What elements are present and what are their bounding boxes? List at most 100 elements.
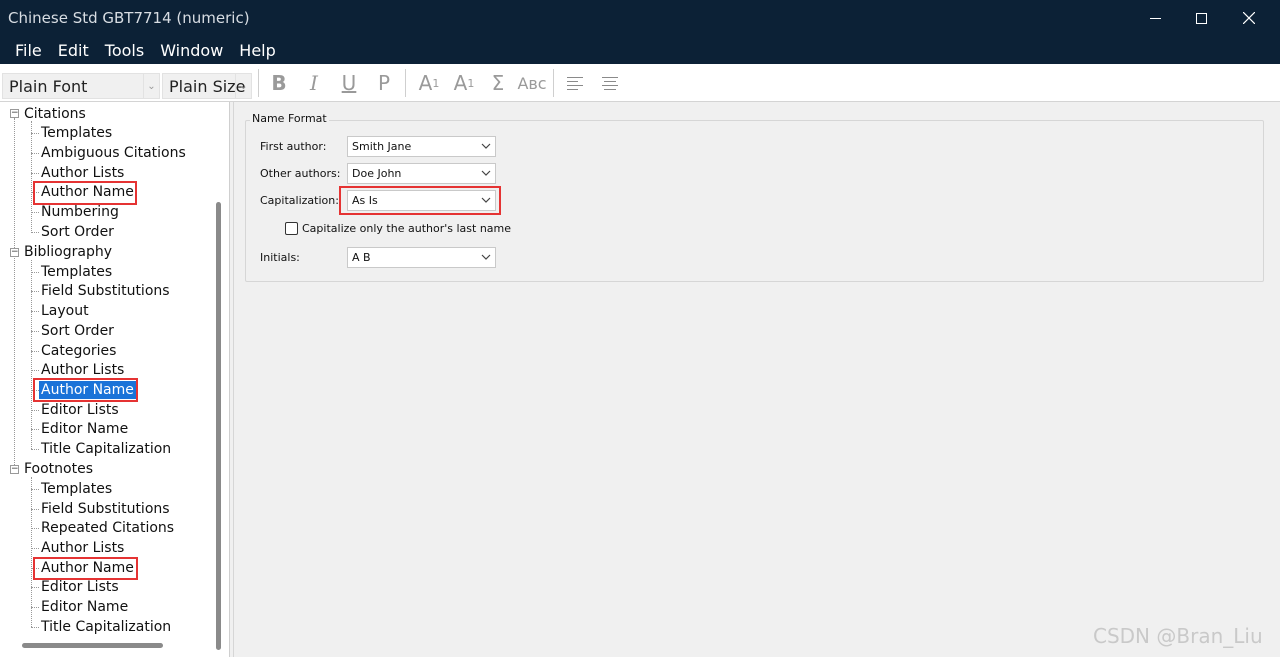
maximize-icon — [1195, 12, 1207, 24]
tree-item-label: Field Substitutions — [41, 283, 170, 299]
tree-connector — [31, 410, 39, 411]
tree-item[interactable]: Templates — [39, 262, 114, 282]
tree-item[interactable]: Editor Lists — [39, 400, 121, 420]
menu-window[interactable]: Window — [152, 41, 231, 60]
tree-item-label: Templates — [41, 264, 113, 280]
tree-section-footnotes[interactable]: Footnotes — [22, 459, 95, 479]
tree-section-label: Bibliography — [24, 244, 112, 260]
tree-item-label: Templates — [41, 125, 113, 141]
minimize-icon — [1149, 17, 1161, 19]
tree-item-label: Title Capitalization — [41, 441, 172, 457]
menu-tools[interactable]: Tools — [97, 41, 152, 60]
superscript-button[interactable]: A1 — [415, 71, 443, 95]
tree-item[interactable]: Ambiguous Citations — [39, 143, 188, 163]
align-center-button[interactable] — [596, 71, 624, 95]
tree-item[interactable]: Field Substitutions — [39, 499, 172, 519]
tree-connector — [31, 370, 39, 371]
plain-label: P — [377, 71, 391, 95]
subscript-mark: 1 — [467, 76, 475, 90]
tree-item[interactable]: Sort Order — [39, 321, 116, 341]
tree-item[interactable]: Editor Name — [39, 597, 130, 617]
tree-item[interactable]: Templates — [39, 479, 114, 499]
collapse-icon[interactable]: − — [10, 109, 19, 118]
italic-button[interactable]: I — [300, 71, 328, 95]
chevron-down-icon — [481, 254, 491, 260]
tree-item[interactable]: Author Lists — [39, 538, 126, 558]
tree-item[interactable]: Numbering — [39, 202, 121, 222]
tree-item[interactable]: Author Lists — [39, 360, 126, 380]
underline-button[interactable]: U — [335, 71, 363, 95]
collapse-icon[interactable]: − — [10, 248, 19, 257]
tree-section-label: Citations — [24, 106, 86, 122]
tree-item[interactable]: Repeated Citations — [39, 518, 176, 538]
menu-edit[interactable]: Edit — [50, 41, 97, 60]
tree-item[interactable]: Templates — [39, 123, 114, 143]
tree-item[interactable]: Author Lists — [39, 163, 126, 183]
tree-item[interactable]: Categories — [39, 341, 118, 361]
collapse-icon[interactable]: − — [10, 465, 19, 474]
title-bar: Chinese Std GBT7714 (numeric) — [0, 0, 1280, 37]
other-authors-dropdown[interactable]: Doe John — [347, 163, 496, 184]
toolbar-separator — [553, 69, 554, 97]
tree-connector — [31, 212, 39, 213]
tree-connector — [31, 173, 39, 174]
align-center-icon — [602, 76, 618, 90]
capitalize-last-name-checkbox[interactable] — [285, 222, 298, 235]
tree-section-citations[interactable]: Citations — [22, 104, 88, 124]
tree-item-label: Editor Name — [41, 421, 129, 437]
tree-item-label: Sort Order — [41, 224, 114, 240]
maximize-button[interactable] — [1178, 4, 1224, 32]
menu-help[interactable]: Help — [231, 41, 283, 60]
tree-item[interactable]: Title Capitalization — [39, 439, 173, 459]
tree-item[interactable]: Editor Name — [39, 419, 130, 439]
watermark: CSDN @Bran_Liu — [1093, 624, 1263, 648]
tree-connector — [31, 509, 39, 510]
tree-connector — [14, 118, 15, 256]
close-button[interactable] — [1226, 4, 1272, 32]
tree-connector — [31, 232, 39, 233]
smallcaps-button[interactable]: Aʙᴄ — [515, 71, 549, 95]
align-left-button[interactable] — [561, 71, 589, 95]
vertical-scrollbar[interactable] — [216, 202, 221, 650]
initials-label: Initials: — [260, 251, 300, 264]
toolbar-separator — [405, 69, 406, 97]
settings-panel: Name Format First author: Smith Jane Oth… — [233, 102, 1280, 657]
tree-section-bibliography[interactable]: Bibliography — [22, 242, 114, 262]
horizontal-scrollbar[interactable] — [22, 643, 163, 648]
tree-item-label: Author Lists — [41, 362, 125, 378]
tree-item-label: Layout — [41, 303, 89, 319]
window-title: Chinese Std GBT7714 (numeric) — [8, 9, 250, 27]
chevron-down-icon — [481, 170, 491, 176]
plain-button[interactable]: P — [370, 71, 398, 95]
tree-item[interactable]: Sort Order — [39, 222, 116, 242]
tree-item-label: Categories — [41, 343, 117, 359]
tree-item-label: Author Lists — [41, 165, 125, 181]
tree-item[interactable]: Layout — [39, 301, 91, 321]
menu-file[interactable]: File — [7, 41, 50, 60]
tree-item[interactable]: Editor Lists — [39, 577, 121, 597]
tree-item[interactable]: Field Substitutions — [39, 281, 172, 301]
tree-item-label: Field Substitutions — [41, 501, 170, 517]
first-author-dropdown[interactable]: Smith Jane — [347, 136, 496, 157]
minimize-button[interactable] — [1132, 4, 1178, 32]
tree-item-label: Repeated Citations — [41, 520, 175, 536]
font-dropdown[interactable]: Plain Font ⌄ — [2, 73, 160, 99]
highlight-box — [33, 378, 138, 402]
initials-dropdown[interactable]: A B — [347, 247, 496, 268]
capitalize-last-name-label: Capitalize only the author's last name — [302, 222, 512, 235]
style-tree: − Citations Templates Ambiguous Citation… — [0, 102, 212, 638]
symbol-button[interactable]: Σ — [484, 71, 512, 95]
size-dropdown[interactable]: Plain Size ⌄ — [162, 73, 252, 99]
chevron-down-icon — [481, 143, 491, 149]
tree-item[interactable]: Title Capitalization — [39, 617, 173, 637]
tree-item-label: Numbering — [41, 204, 119, 220]
tree-connector — [31, 331, 39, 332]
superscript-mark: 1 — [432, 76, 440, 90]
subscript-button[interactable]: A1 — [450, 71, 478, 95]
symbol-label: Σ — [491, 71, 505, 95]
tree-connector — [31, 429, 39, 430]
tree-connector — [31, 260, 32, 449]
bold-button[interactable]: B — [265, 71, 293, 95]
bold-label: B — [271, 71, 287, 95]
tree-connector — [31, 528, 39, 529]
